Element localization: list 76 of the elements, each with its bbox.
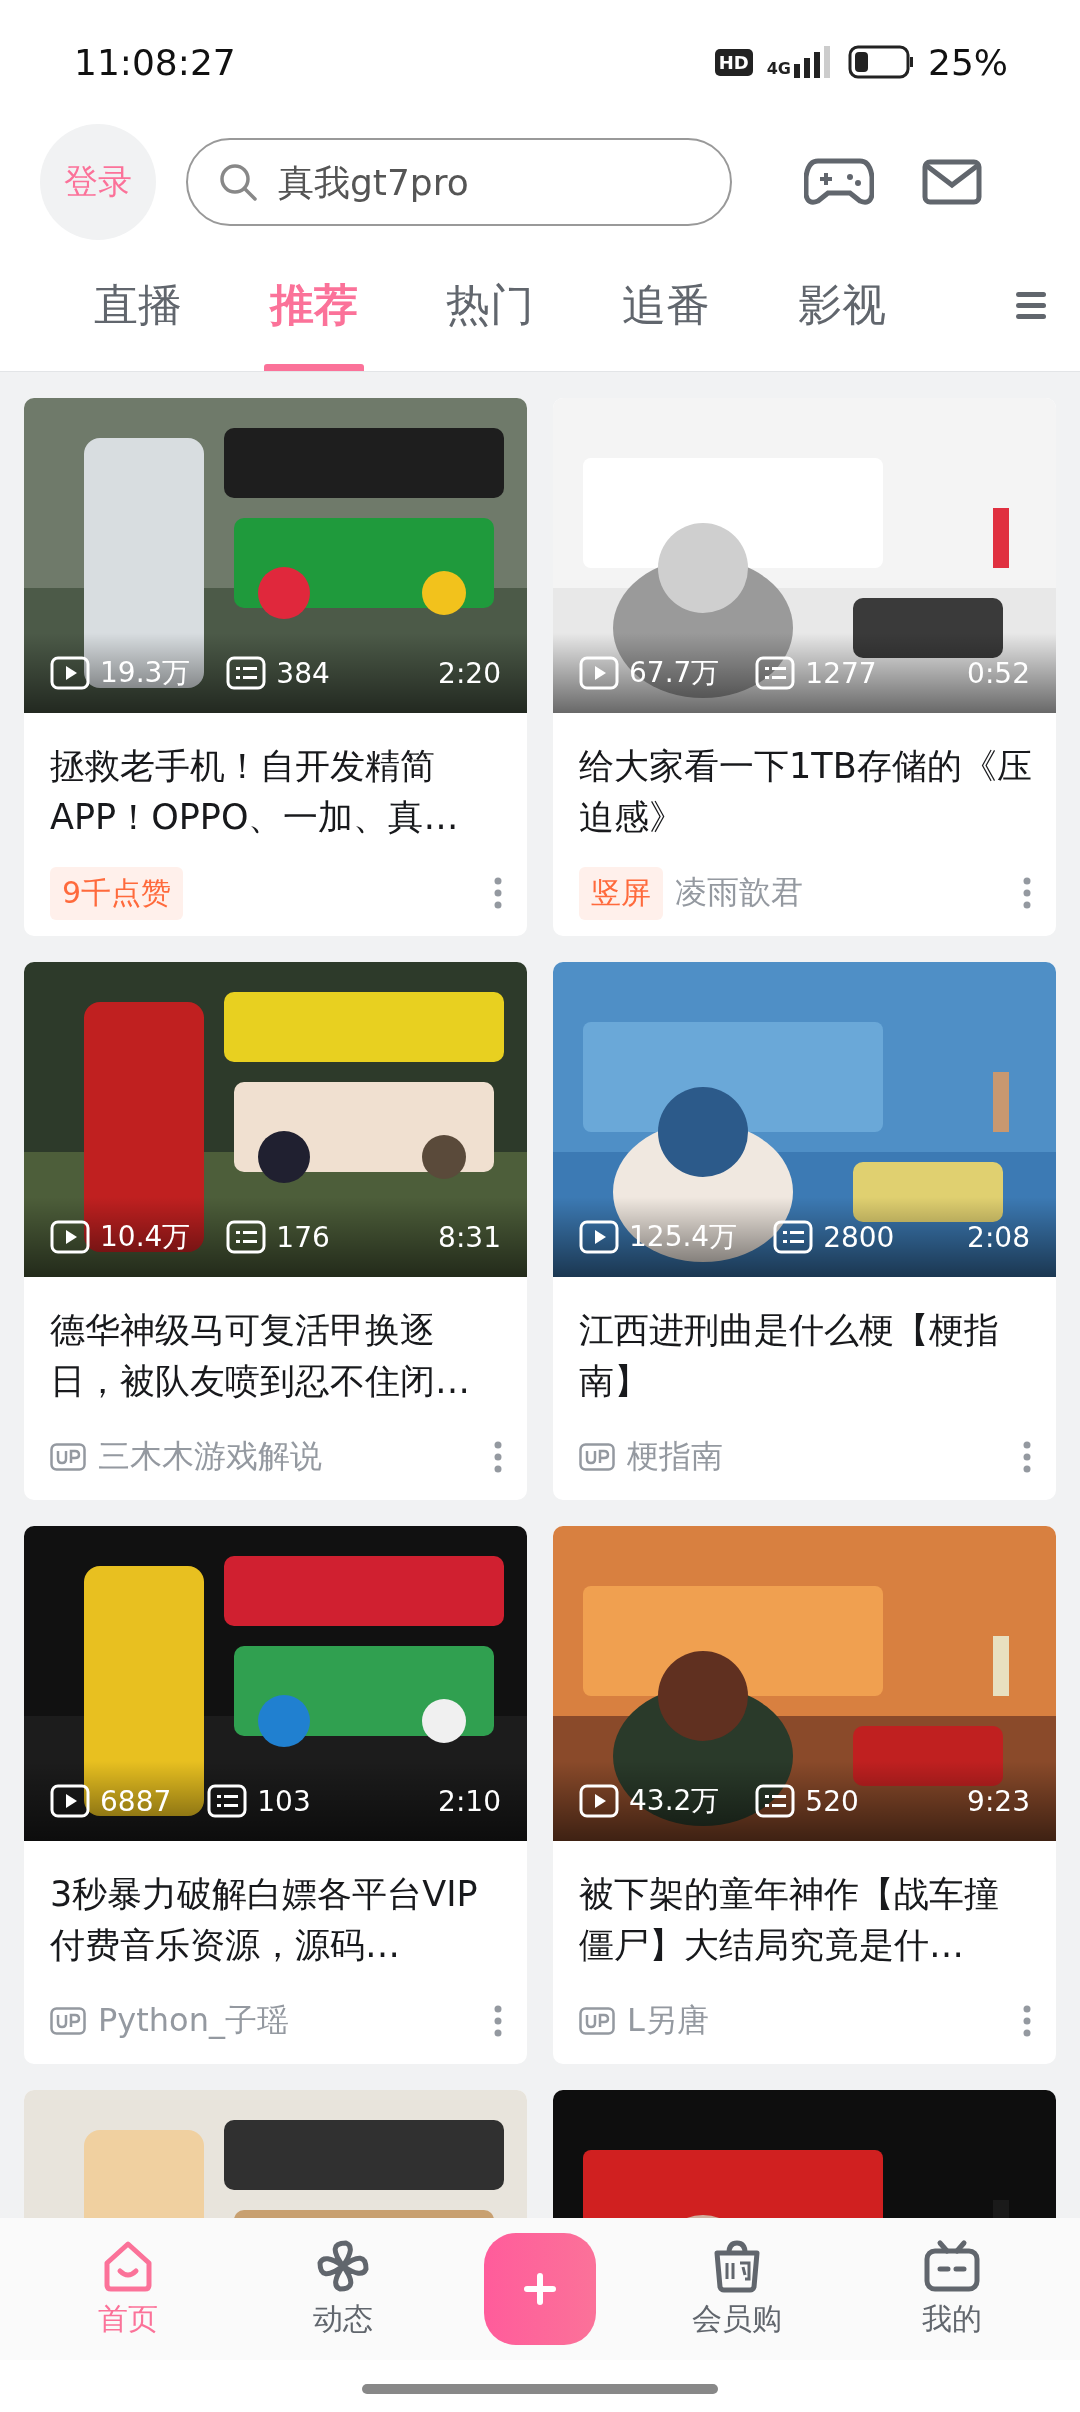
mail-icon[interactable] bbox=[922, 159, 982, 205]
more-icon[interactable] bbox=[1022, 877, 1032, 909]
category-tab[interactable]: 影视 bbox=[754, 240, 930, 371]
more-icon[interactable] bbox=[1022, 1441, 1032, 1473]
danmaku-icon bbox=[755, 656, 796, 690]
video-title: 拯救老手机！自开发精简APP！OPPO、一加、真… bbox=[50, 745, 460, 839]
tag-label: 竖屏 bbox=[579, 866, 663, 920]
play-count: 6887 bbox=[100, 1784, 172, 1818]
video-title: 德华神级马可复活甲换逐日，被队友喷到忍不住闭… bbox=[50, 1309, 471, 1403]
more-icon[interactable] bbox=[493, 877, 503, 909]
video-card[interactable]: 125.4万 2800 2:08 江西进刑曲是什么梗【梗指南】 梗指南 bbox=[553, 962, 1056, 1500]
tag-label: 9千点赞 bbox=[50, 866, 184, 920]
search-field[interactable]: 真我gt7pro bbox=[186, 138, 732, 226]
danmaku-count: 176 bbox=[276, 1220, 330, 1254]
video-card[interactable]: 6887 103 2:10 3秒暴力破解白嫖各平台VIP付费音乐资源，源码… Python_子瑶 bbox=[24, 1526, 527, 2064]
video-title: 被下架的童年神作【战车撞僵尸】大结局究竟是什… bbox=[579, 1873, 1000, 1967]
video-title: 3秒暴力破解白嫖各平台VIP付费音乐资源，源码… bbox=[50, 1873, 479, 1967]
hd-badge: HD bbox=[714, 48, 753, 76]
danmaku-icon bbox=[755, 1784, 796, 1818]
plus-icon bbox=[522, 2271, 558, 2307]
danmaku-count: 103 bbox=[257, 1784, 311, 1818]
battery-icon bbox=[848, 45, 914, 79]
video-duration: 2:10 bbox=[438, 1784, 501, 1818]
menu-icon[interactable] bbox=[1016, 291, 1046, 320]
battery-percent: 25% bbox=[928, 41, 1008, 83]
play-count-icon bbox=[579, 1784, 619, 1818]
nav-tab[interactable]: 会员购 bbox=[661, 2238, 812, 2340]
uploader-name[interactable]: 梗指南 bbox=[627, 1435, 723, 1479]
play-count: 43.2万 bbox=[629, 1783, 720, 1819]
status-time: 11:08:27 bbox=[74, 41, 237, 83]
play-count: 19.3万 bbox=[100, 655, 191, 691]
category-tab[interactable]: 直播 bbox=[50, 240, 226, 371]
video-title: 给大家看一下1TB存储的《压迫感》 bbox=[579, 745, 1032, 839]
more-icon[interactable] bbox=[493, 1441, 503, 1473]
uploader-name[interactable]: 凌雨歆君 bbox=[675, 871, 803, 915]
video-card[interactable]: 19.3万 384 2:20 拯救老手机！自开发精简APP！OPPO、一加、真… 9千点赞 bbox=[24, 398, 527, 936]
video-duration: 0:52 bbox=[967, 656, 1030, 690]
danmaku-count: 384 bbox=[276, 656, 330, 690]
category-tab[interactable]: 热门 bbox=[402, 240, 578, 371]
play-count-icon bbox=[50, 1784, 90, 1818]
more-icon[interactable] bbox=[493, 2005, 503, 2037]
play-count-icon bbox=[50, 656, 90, 690]
play-count-icon bbox=[579, 656, 619, 690]
uploader-name[interactable]: 三木木游戏解说 bbox=[98, 1435, 322, 1479]
nav-tab[interactable]: 动态 bbox=[268, 2238, 419, 2340]
publish-button[interactable] bbox=[484, 2233, 596, 2345]
category-tab[interactable]: 追番 bbox=[578, 240, 754, 371]
nav-tab[interactable]: 我的 bbox=[877, 2238, 1028, 2340]
danmaku-count: 1277 bbox=[805, 656, 877, 690]
video-card[interactable]: 67.7万 1277 0:52 给大家看一下1TB存储的《压迫感》 竖屏 凌雨歆君 bbox=[553, 398, 1056, 936]
danmaku-icon bbox=[226, 656, 267, 690]
pinwheel-icon bbox=[316, 2238, 371, 2293]
video-card[interactable]: 43.2万 520 9:23 被下架的童年神作【战车撞僵尸】大结局究竟是什… L另唐 bbox=[553, 1526, 1056, 2064]
video-title: 江西进刑曲是什么梗【梗指南】 bbox=[579, 1309, 1000, 1403]
danmaku-icon bbox=[207, 1784, 248, 1818]
video-duration: 8:31 bbox=[438, 1220, 501, 1254]
danmaku-count: 2800 bbox=[823, 1220, 895, 1254]
play-count: 125.4万 bbox=[629, 1219, 738, 1255]
video-duration: 2:08 bbox=[967, 1220, 1030, 1254]
tv-icon bbox=[923, 2238, 982, 2293]
play-count: 10.4万 bbox=[100, 1219, 191, 1255]
danmaku-count: 520 bbox=[805, 1784, 859, 1818]
search-icon bbox=[218, 162, 258, 202]
play-count-icon bbox=[50, 1220, 90, 1254]
uploader-name[interactable]: Python_子瑶 bbox=[98, 1999, 289, 2043]
more-icon[interactable] bbox=[1022, 2005, 1032, 2037]
danmaku-icon bbox=[226, 1220, 267, 1254]
uploader-name[interactable]: L另唐 bbox=[627, 1999, 709, 2043]
network-label: 4G bbox=[766, 59, 791, 78]
play-count: 67.7万 bbox=[629, 655, 720, 691]
danmaku-icon bbox=[773, 1220, 814, 1254]
play-count-icon bbox=[579, 1220, 619, 1254]
video-duration: 2:20 bbox=[438, 656, 501, 690]
video-card[interactable]: 10.4万 176 8:31 德华神级马可复活甲换逐日，被队友喷到忍不住闭… 三木木游戏解说 bbox=[24, 962, 527, 1500]
video-duration: 9:23 bbox=[967, 1784, 1030, 1818]
gamepad-icon[interactable] bbox=[804, 157, 874, 207]
